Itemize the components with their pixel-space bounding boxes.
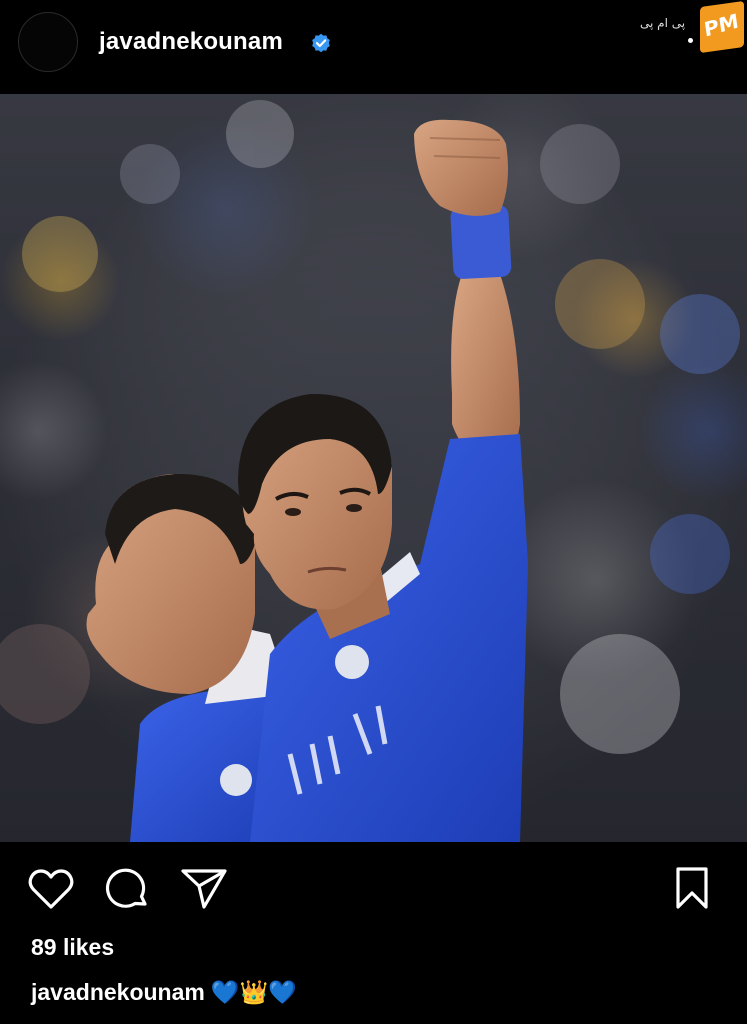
post-actions <box>0 842 747 932</box>
post-photo-illustration <box>0 94 747 842</box>
bookmark-icon[interactable] <box>672 866 712 910</box>
post-image[interactable] <box>0 94 747 842</box>
caption-text: 💙👑💙 <box>210 980 297 1006</box>
avatar[interactable] <box>18 12 78 72</box>
watermark-dot <box>688 38 693 43</box>
post-caption: javadnekounam 💙👑💙 <box>31 979 297 1006</box>
watermark-badge: PM <box>700 0 744 54</box>
send-icon[interactable] <box>180 866 228 910</box>
caption-username[interactable]: javadnekounam <box>31 979 205 1005</box>
post-username[interactable]: javadnekounam <box>99 28 283 56</box>
heart-icon[interactable] <box>28 868 74 910</box>
verified-badge-icon <box>312 33 330 53</box>
watermark-logo: پی ام پی PM <box>636 0 746 54</box>
comment-icon[interactable] <box>104 866 150 912</box>
post-header: javadnekounam پی ام پی PM <box>0 0 747 92</box>
likes-count[interactable]: 89 likes <box>31 934 114 961</box>
watermark-text: پی ام پی <box>640 16 686 30</box>
